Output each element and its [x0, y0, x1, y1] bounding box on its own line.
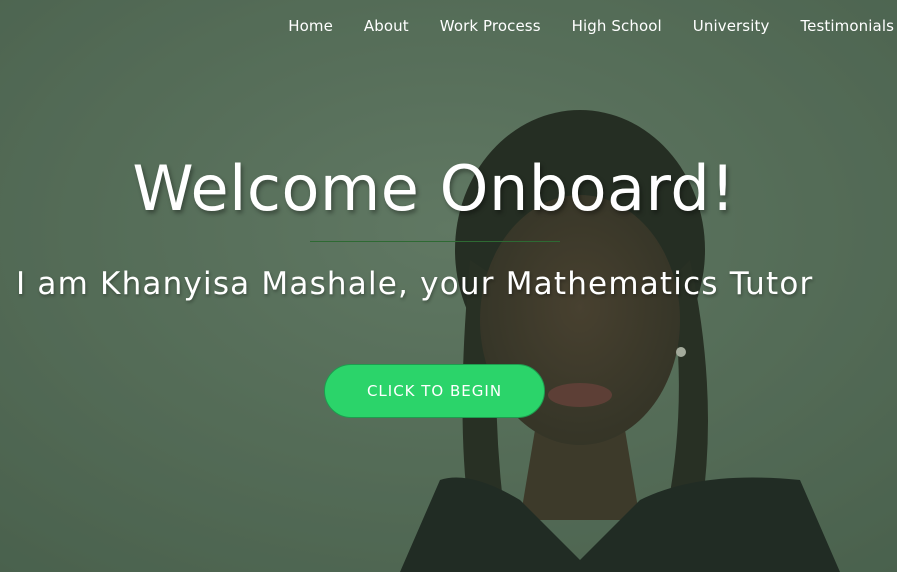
click-to-begin-button[interactable]: CLICK TO BEGIN [324, 364, 545, 418]
nav-home[interactable]: Home [288, 17, 333, 35]
main-nav: Home About Work Process High School Univ… [257, 17, 894, 35]
nav-work-process[interactable]: Work Process [440, 17, 541, 35]
hero-title: Welcome Onboard! [132, 152, 736, 225]
nav-high-school[interactable]: High School [572, 17, 662, 35]
nav-university[interactable]: University [693, 17, 770, 35]
title-divider [310, 241, 560, 242]
hero-subtitle: I am Khanyisa Mashale, your Mathematics … [16, 266, 814, 302]
hero-section: Home About Work Process High School Univ… [0, 0, 897, 572]
nav-about[interactable]: About [364, 17, 409, 35]
nav-testimonials[interactable]: Testimonials [800, 17, 894, 35]
